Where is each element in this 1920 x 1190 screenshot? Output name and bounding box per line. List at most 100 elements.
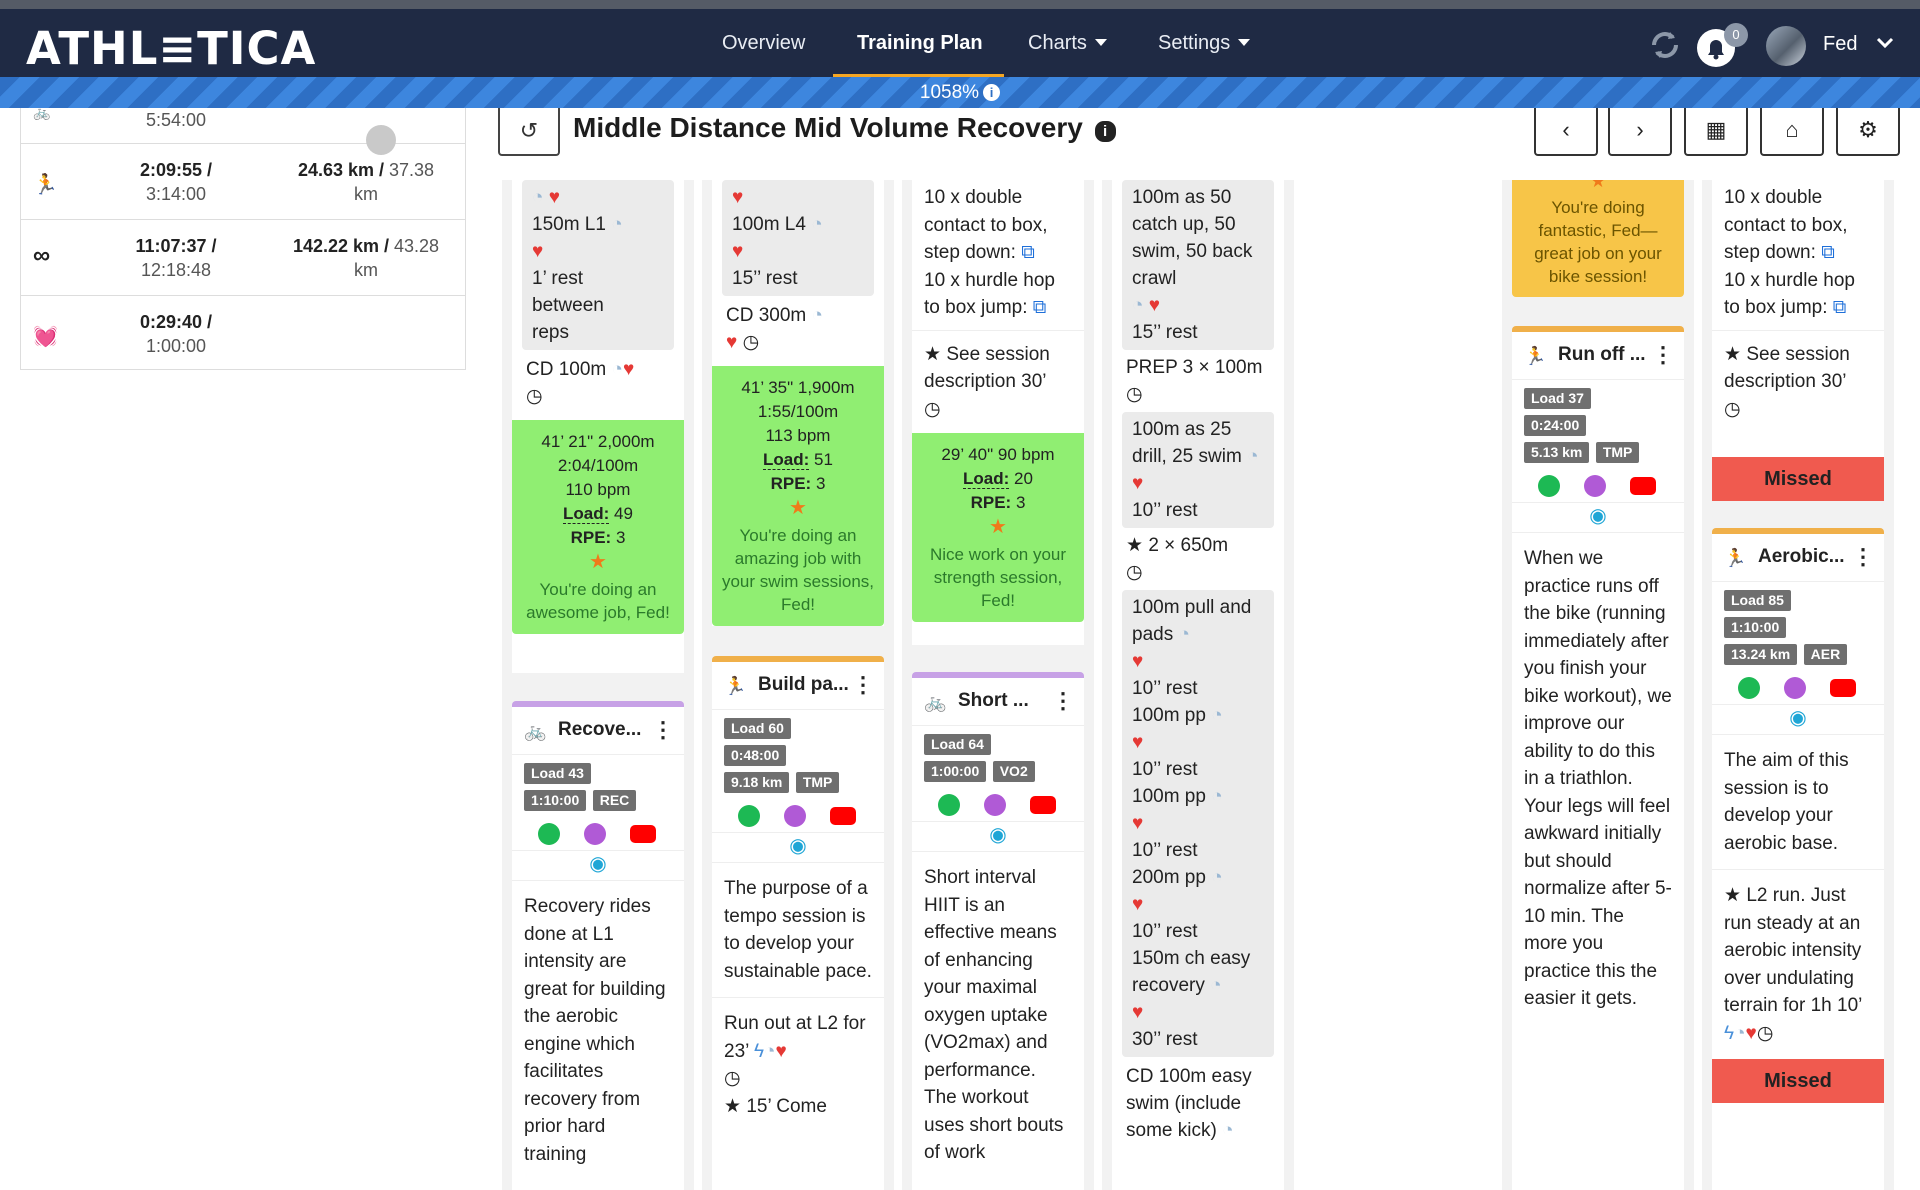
- load-label: Load:: [563, 504, 610, 524]
- avatar[interactable]: [1766, 26, 1806, 66]
- workout-title[interactable]: Run off ...: [1558, 344, 1646, 366]
- heart-icon: ♥: [623, 359, 635, 380]
- distance-tag: 9.18 km: [724, 772, 790, 793]
- gear-icon: ⚙: [1858, 117, 1878, 142]
- youtube-icon[interactable]: [830, 807, 856, 825]
- podcast-icon[interactable]: ◉: [1512, 503, 1684, 533]
- podcast-icon[interactable]: ◉: [712, 833, 884, 863]
- youtube-icon[interactable]: [630, 825, 656, 843]
- duration-tag: 0:48:00: [724, 745, 787, 766]
- spotify-icon[interactable]: [538, 823, 560, 845]
- history-button[interactable]: ↺: [498, 108, 560, 156]
- day-column-1: ◔ ♥ 150m L1 ◔ ♥ 1’ rest between reps CD …: [502, 180, 694, 1190]
- workout-card[interactable]: 🏃 Build pa... ⋮ Load 60 0:48:00 9.18 km …: [712, 656, 884, 1190]
- gauge-icon: ◔: [1211, 705, 1223, 726]
- run-icon: 🏃: [1724, 548, 1747, 568]
- type-tag: REC: [592, 790, 637, 811]
- swim-session-card[interactable]: ◔ ♥ 150m L1 ◔ ♥ 1’ rest between reps CD …: [512, 180, 684, 673]
- more-options-icon[interactable]: ⋮: [1652, 342, 1674, 368]
- bike-session-card[interactable]: ★ You're doing fantastic, Fed—great job …: [1512, 180, 1684, 297]
- apple-music-icon[interactable]: [1784, 677, 1806, 699]
- workout-card[interactable]: 🏃 Aerobic... ⋮ Load 85 1:10:00 13.24 km …: [1712, 528, 1884, 1190]
- rpe-line: RPE: 3: [518, 526, 678, 550]
- youtube-icon[interactable]: [1830, 679, 1856, 697]
- youtube-icon[interactable]: [1630, 477, 1656, 495]
- nav-settings[interactable]: Settings: [1158, 32, 1251, 55]
- apple-music-icon[interactable]: [1584, 475, 1606, 497]
- more-options-icon[interactable]: ⋮: [1852, 544, 1874, 570]
- more-options-icon[interactable]: ⋮: [1052, 688, 1074, 714]
- nav-overview[interactable]: Overview: [722, 32, 805, 55]
- info-icon[interactable]: i: [983, 84, 1001, 101]
- workout-title[interactable]: Aerobic...: [1758, 546, 1845, 568]
- notification-count-badge: 0: [1724, 23, 1748, 47]
- spotify-icon[interactable]: [1738, 677, 1760, 699]
- rpe-label: RPE:: [970, 493, 1012, 512]
- workout-card[interactable]: 🏃 Run off ... ⋮ Load 37 0:24:00 5.13 km …: [1512, 326, 1684, 1190]
- workout-description: When we practice runs off the bike (runn…: [1524, 548, 1672, 1009]
- athletica-logo[interactable]: ATHL≡TICA: [26, 22, 316, 75]
- next-week-button[interactable]: ›: [1608, 108, 1672, 156]
- run-icon: 🏃: [33, 174, 58, 196]
- calendar-button[interactable]: ▦: [1684, 108, 1748, 156]
- distance-tag: 13.24 km: [1724, 644, 1798, 665]
- load-tag: Load 60: [724, 718, 791, 739]
- workout-card[interactable]: 🚲 Short ... ⋮ Load 64 1:00:00 VO2 ◉ Shor…: [912, 672, 1084, 1190]
- external-link-icon[interactable]: ⧉: [1821, 242, 1835, 263]
- sync-icon[interactable]: [1646, 26, 1684, 64]
- apple-music-icon[interactable]: [784, 805, 806, 827]
- external-link-icon[interactable]: ⧉: [1833, 297, 1847, 318]
- prev-week-button[interactable]: ‹: [1534, 108, 1598, 156]
- feedback-message: Nice work on your strength session, Fed!: [929, 545, 1067, 610]
- home-button[interactable]: ⌂: [1760, 108, 1824, 156]
- summary-row-total: ∞ 11:07:37 / 12:18:48 142.22 km / 43.28 km: [21, 220, 465, 296]
- cooldown-line: CD 300m ◔: [722, 302, 874, 329]
- missed-status: Missed: [1712, 1059, 1884, 1103]
- spotify-icon[interactable]: [938, 794, 960, 816]
- rest-text: 15’’ rest: [1132, 322, 1198, 343]
- block-line: 150m ch easy recovery ◔: [1132, 945, 1264, 999]
- chevron-down-icon[interactable]: [1876, 37, 1894, 49]
- cooldown-text: CD 100m: [526, 359, 607, 380]
- block-text: 150m L1: [532, 214, 606, 235]
- clock-icon: ◷: [924, 398, 941, 420]
- strength-session-card[interactable]: 10 x double contact to box, step down: ⧉…: [1712, 180, 1884, 501]
- more-options-icon[interactable]: ⋮: [652, 717, 674, 743]
- day-column-5: [1302, 180, 1494, 1190]
- podcast-icon[interactable]: ◉: [1712, 705, 1884, 735]
- heart-icon: ♥: [548, 187, 561, 208]
- youtube-icon[interactable]: [1030, 796, 1056, 814]
- strength-session-card[interactable]: 10 x double contact to box, step down: ⧉…: [912, 180, 1084, 645]
- apple-music-icon[interactable]: [584, 823, 606, 845]
- external-link-icon[interactable]: ⧉: [1021, 242, 1035, 263]
- gauge-icon: ◔: [1178, 624, 1190, 645]
- workout-card[interactable]: 🚲 Recove... ⋮ Load 43 1:10:00 REC ◉ Reco…: [512, 701, 684, 1190]
- chevron-left-icon: ‹: [1562, 117, 1570, 142]
- workout-title[interactable]: Short ...: [958, 690, 1029, 712]
- swim-session-card[interactable]: ♥ 100m L4 ◔ ♥ 15’’ rest CD 300m ◔ ♥ ◷ 41…: [712, 180, 884, 626]
- workout-tags: Load 43 1:10:00 REC: [512, 755, 684, 815]
- external-link-icon[interactable]: ⧉: [1033, 297, 1047, 318]
- nav-charts[interactable]: Charts: [1028, 32, 1107, 55]
- swim-session-card[interactable]: 100m as 50 catch up, 50 swim, 50 back cr…: [1112, 180, 1284, 1190]
- podcast-icon[interactable]: ◉: [912, 822, 1084, 852]
- workout-title[interactable]: Recove...: [558, 719, 641, 741]
- plan-title-bar: ↺ Middle Distance Mid Volume Recovery i …: [498, 108, 1920, 180]
- rpe-value: 3: [811, 474, 826, 493]
- nav-training-plan[interactable]: Training Plan: [857, 32, 983, 55]
- spotify-icon[interactable]: [1538, 475, 1560, 497]
- settings-button[interactable]: ⚙: [1836, 108, 1900, 156]
- clock-icon: ◷: [1126, 562, 1143, 583]
- apple-music-icon[interactable]: [984, 794, 1006, 816]
- day-column-4: 100m as 50 catch up, 50 swim, 50 back cr…: [1102, 180, 1294, 1190]
- info-icon[interactable]: i: [1094, 121, 1116, 142]
- podcast-icon[interactable]: ◉: [512, 851, 684, 881]
- gauge-icon: ◔: [532, 187, 544, 208]
- spotify-icon[interactable]: [738, 805, 760, 827]
- gauge-icon: ◔: [764, 1040, 776, 1062]
- user-name[interactable]: Fed: [1823, 33, 1857, 56]
- more-options-icon[interactable]: ⋮: [852, 672, 874, 698]
- workout-title[interactable]: Build pa...: [758, 674, 849, 696]
- summary-row-bike: 🚲 5:54:00: [21, 104, 465, 144]
- main-set-text: 2 × 650m: [1148, 535, 1229, 556]
